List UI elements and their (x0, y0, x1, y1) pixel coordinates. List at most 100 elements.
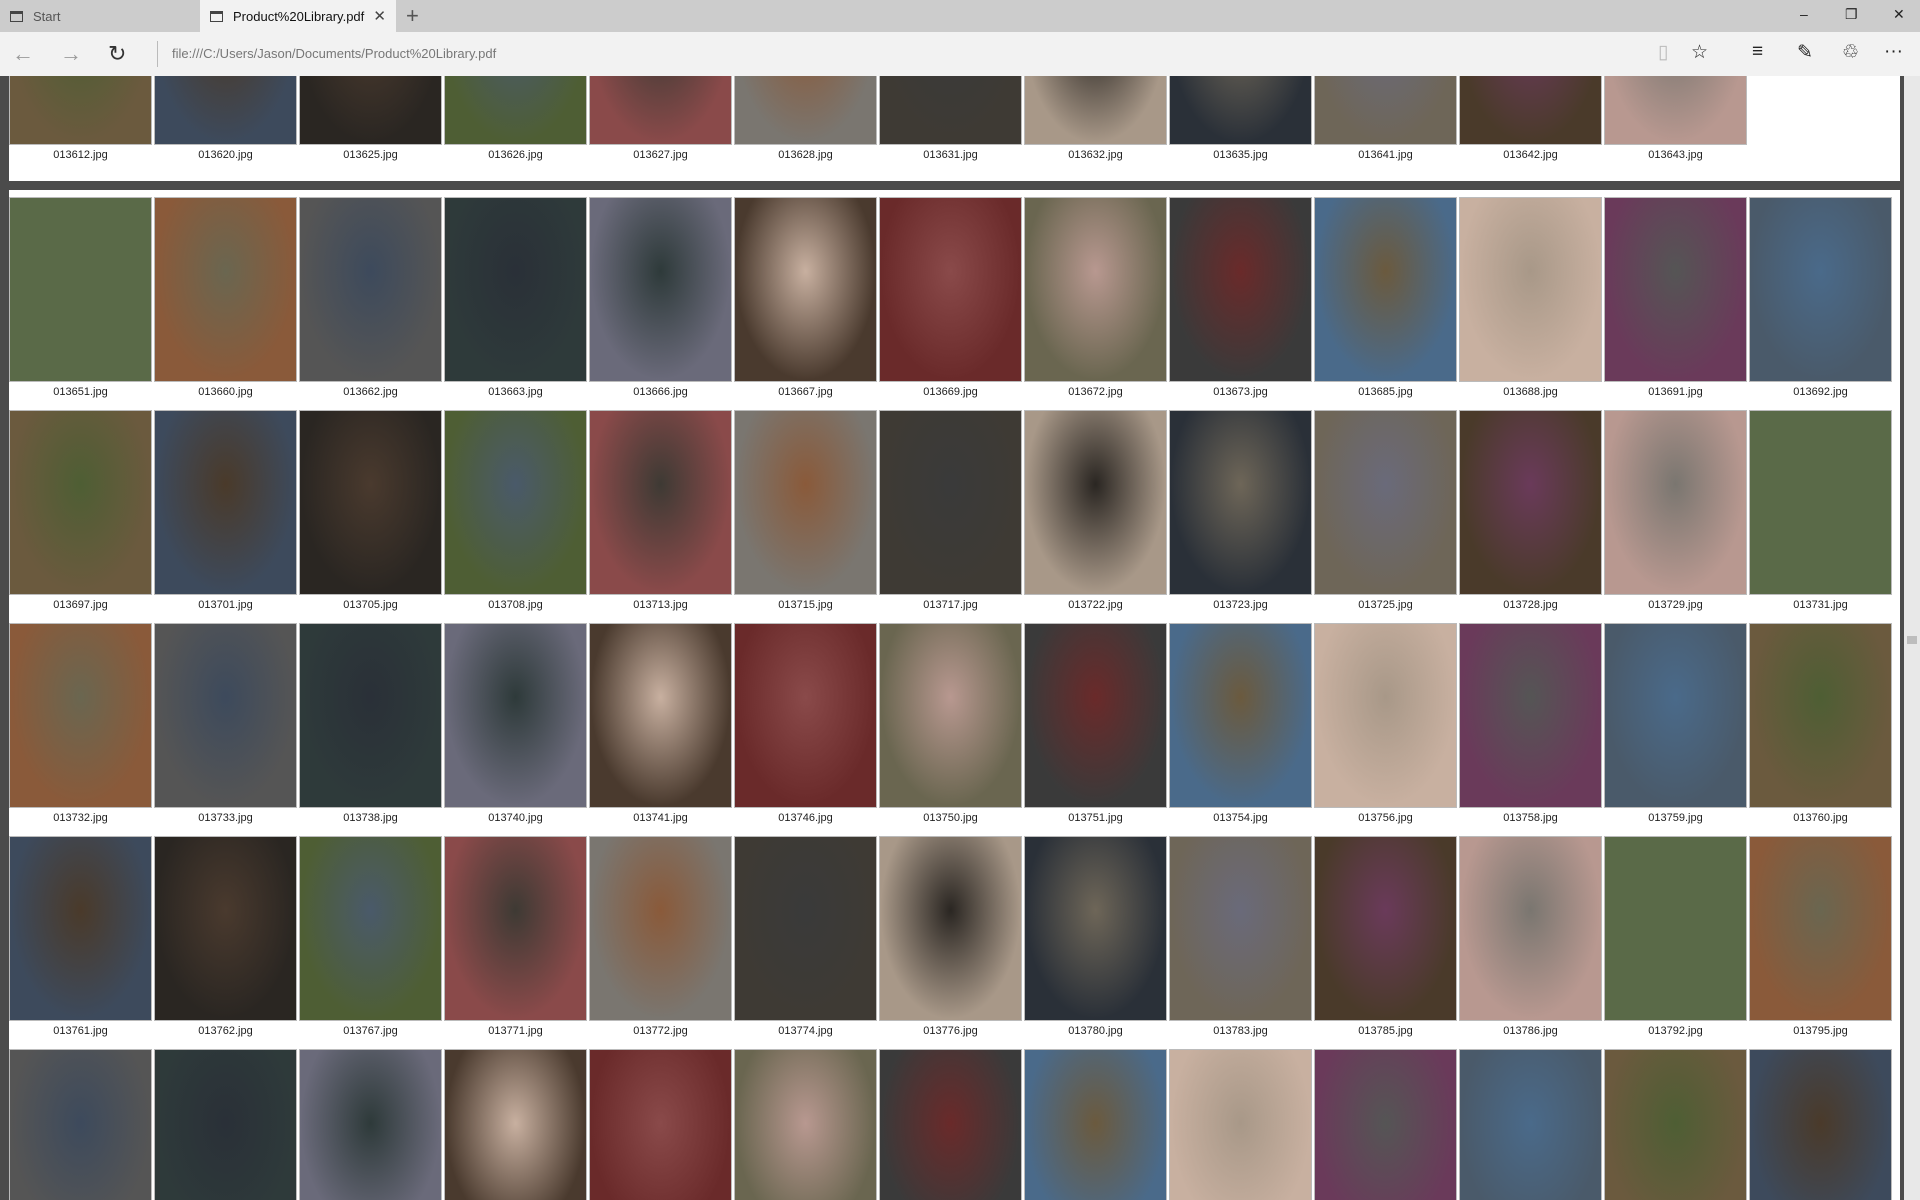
tab-start[interactable]: Start (0, 0, 200, 32)
hub-icon[interactable]: ≡ (1752, 41, 1763, 63)
thumbnail-label: 013741.jpg (633, 812, 688, 824)
thumbnail[interactable]: 013762.jpg (154, 836, 297, 1037)
tab-product-library[interactable]: Product%20Library.pdf ✕ (200, 0, 396, 32)
thumbnail[interactable]: 013795.jpg (1749, 836, 1892, 1037)
thumbnail[interactable]: 013750.jpg (879, 623, 1022, 824)
share-icon[interactable]: ♲ (1842, 41, 1859, 64)
back-button[interactable]: ← (12, 41, 34, 67)
thumbnail-label: 013776.jpg (923, 1025, 978, 1037)
thumbnail[interactable]: 013725.jpg (1314, 410, 1457, 611)
thumbnail[interactable]: 013673.jpg (1169, 197, 1312, 398)
thumbnail[interactable]: 013641.jpg (1314, 76, 1457, 161)
web-note-icon[interactable]: ✎ (1797, 41, 1813, 64)
thumbnail[interactable]: 013660.jpg (154, 197, 297, 398)
thumbnail[interactable]: 013780.jpg (1024, 836, 1167, 1037)
thumbnail[interactable]: 013625.jpg (299, 76, 442, 161)
scrollbar[interactable] (1904, 76, 1920, 1200)
url-field[interactable]: file:///C:/Users/Jason/Documents/Product… (172, 46, 496, 61)
thumbnail[interactable]: 013746.jpg (734, 623, 877, 824)
thumbnail[interactable]: 013728.jpg (1459, 410, 1602, 611)
thumbnail[interactable]: 013612.jpg (9, 76, 152, 161)
thumbnail[interactable]: 013767.jpg (299, 836, 442, 1037)
thumbnail[interactable]: 013627.jpg (589, 76, 732, 161)
thumbnail[interactable]: 013628.jpg (734, 76, 877, 161)
thumbnail[interactable]: 013758.jpg (1459, 623, 1602, 824)
thumbnail[interactable] (154, 1049, 297, 1200)
thumbnail[interactable]: 013751.jpg (1024, 623, 1167, 824)
thumbnail[interactable] (9, 1049, 152, 1200)
restore-button[interactable]: ❐ (1845, 6, 1858, 23)
thumbnail[interactable]: 013697.jpg (9, 410, 152, 611)
thumbnail[interactable]: 013759.jpg (1604, 623, 1747, 824)
new-tab-button[interactable]: + (406, 3, 419, 29)
thumbnail[interactable] (1459, 1049, 1602, 1200)
thumbnail[interactable]: 013731.jpg (1749, 410, 1892, 611)
thumbnail[interactable] (1314, 1049, 1457, 1200)
thumbnail[interactable]: 013651.jpg (9, 197, 152, 398)
thumbnail[interactable] (1024, 1049, 1167, 1200)
thumbnail[interactable]: 013715.jpg (734, 410, 877, 611)
thumbnail[interactable]: 013722.jpg (1024, 410, 1167, 611)
thumbnail[interactable]: 013729.jpg (1604, 410, 1747, 611)
thumbnail[interactable] (1604, 1049, 1747, 1200)
thumbnail[interactable] (879, 1049, 1022, 1200)
thumbnail[interactable]: 013666.jpg (589, 197, 732, 398)
thumbnail[interactable]: 013662.jpg (299, 197, 442, 398)
thumbnail[interactable]: 013701.jpg (154, 410, 297, 611)
thumbnail[interactable]: 013631.jpg (879, 76, 1022, 161)
thumbnail[interactable]: 013713.jpg (589, 410, 732, 611)
thumbnail-image (1749, 410, 1892, 595)
close-window-button[interactable]: ✕ (1893, 6, 1905, 23)
thumbnail[interactable]: 013761.jpg (9, 836, 152, 1037)
thumbnail[interactable]: 013620.jpg (154, 76, 297, 161)
thumbnail-label: 013725.jpg (1358, 599, 1413, 611)
thumbnail[interactable]: 013785.jpg (1314, 836, 1457, 1037)
thumbnail[interactable]: 013708.jpg (444, 410, 587, 611)
thumbnail[interactable] (1169, 1049, 1312, 1200)
thumbnail[interactable]: 013760.jpg (1749, 623, 1892, 824)
thumbnail[interactable]: 013771.jpg (444, 836, 587, 1037)
thumbnail[interactable]: 013786.jpg (1459, 836, 1602, 1037)
more-icon[interactable]: ··· (1884, 41, 1903, 63)
thumbnail[interactable]: 013642.jpg (1459, 76, 1602, 161)
scrollbar-thumb[interactable] (1907, 636, 1917, 644)
thumbnail[interactable]: 013632.jpg (1024, 76, 1167, 161)
thumbnail[interactable]: 013635.jpg (1169, 76, 1312, 161)
thumbnail[interactable]: 013756.jpg (1314, 623, 1457, 824)
thumbnail[interactable]: 013732.jpg (9, 623, 152, 824)
reading-view-icon[interactable]: ▯ (1658, 41, 1668, 64)
thumbnail[interactable]: 013740.jpg (444, 623, 587, 824)
refresh-button[interactable]: ↻ (108, 41, 126, 67)
thumbnail[interactable]: 013663.jpg (444, 197, 587, 398)
thumbnail[interactable]: 013705.jpg (299, 410, 442, 611)
thumbnail[interactable]: 013772.jpg (589, 836, 732, 1037)
thumbnail[interactable]: 013685.jpg (1314, 197, 1457, 398)
thumbnail[interactable] (734, 1049, 877, 1200)
thumbnail[interactable]: 013733.jpg (154, 623, 297, 824)
thumbnail[interactable] (299, 1049, 442, 1200)
thumbnail[interactable]: 013688.jpg (1459, 197, 1602, 398)
thumbnail[interactable]: 013626.jpg (444, 76, 587, 161)
thumbnail[interactable]: 013776.jpg (879, 836, 1022, 1037)
close-tab-icon[interactable]: ✕ (373, 7, 386, 25)
thumbnail[interactable]: 013692.jpg (1749, 197, 1892, 398)
thumbnail[interactable]: 013792.jpg (1604, 836, 1747, 1037)
thumbnail[interactable] (444, 1049, 587, 1200)
thumbnail[interactable]: 013741.jpg (589, 623, 732, 824)
thumbnail[interactable]: 013643.jpg (1604, 76, 1747, 161)
thumbnail[interactable]: 013783.jpg (1169, 836, 1312, 1037)
thumbnail[interactable]: 013738.jpg (299, 623, 442, 824)
thumbnail[interactable]: 013669.jpg (879, 197, 1022, 398)
thumbnail[interactable]: 013691.jpg (1604, 197, 1747, 398)
thumbnail[interactable]: 013672.jpg (1024, 197, 1167, 398)
forward-button[interactable]: → (60, 41, 82, 67)
thumbnail[interactable]: 013717.jpg (879, 410, 1022, 611)
favorite-star-icon[interactable]: ☆ (1691, 41, 1708, 64)
minimize-button[interactable]: – (1800, 6, 1808, 22)
thumbnail[interactable]: 013667.jpg (734, 197, 877, 398)
thumbnail[interactable] (589, 1049, 732, 1200)
thumbnail[interactable]: 013754.jpg (1169, 623, 1312, 824)
thumbnail[interactable]: 013774.jpg (734, 836, 877, 1037)
thumbnail[interactable] (1749, 1049, 1892, 1200)
thumbnail[interactable]: 013723.jpg (1169, 410, 1312, 611)
